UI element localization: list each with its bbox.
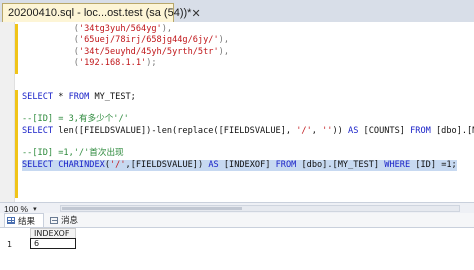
selected-code: SELECT CHARINDEX('/',[FIELDSVALUE]) AS [… <box>22 159 457 171</box>
code-token: MY_TEST; <box>89 91 136 102</box>
horizontal-scrollbar[interactable] <box>60 205 460 212</box>
code-line[interactable]: --[ID] =1,'/'首次出现 <box>22 148 474 159</box>
change-marker <box>15 90 18 198</box>
code-token: len([FIELDSVALUE])-len(replace([FIELDSVA… <box>53 125 297 136</box>
code-line[interactable]: --[ID] = 3,有多少个'/' <box>22 114 474 125</box>
code-text: ('34t/5euyhd/45yh/5yrth/5tr'), <box>22 47 229 57</box>
code-token: '' <box>322 125 333 136</box>
code-token: CHARINDEX <box>58 159 105 170</box>
chevron-down-icon[interactable]: ▾ <box>33 205 37 213</box>
change-marker <box>15 24 18 74</box>
code-token: ), <box>161 24 173 34</box>
code-line[interactable]: SELECT CHARINDEX('/',[FIELDSVALUE]) AS [… <box>22 159 474 171</box>
code-line[interactable]: SELECT len([FIELDSVALUE])-len(replace([F… <box>22 126 474 137</box>
code-line[interactable] <box>22 69 474 80</box>
results-grid: INDEXOF 1 6 <box>0 228 474 270</box>
code-token: FROM <box>275 159 297 170</box>
code-token: --[ID] = 3,有多少个'/' <box>22 114 129 125</box>
results-tab-strip: 结果 消息 <box>0 213 474 228</box>
code-token: ,[FIELDSVALUE]) <box>125 159 209 170</box>
code-token: WHERE <box>384 159 411 170</box>
code-token: )) <box>332 125 349 136</box>
row-number[interactable]: 1 <box>7 240 12 249</box>
result-cell[interactable]: 6 <box>30 238 76 249</box>
code-token: FROM <box>410 125 431 136</box>
code-token: [INDEXOF] <box>218 159 276 170</box>
code-token: ); <box>146 57 157 68</box>
tab-messages-label: 消息 <box>61 216 79 226</box>
code-text: --[ID] =1,'/'首次出现 <box>22 148 124 158</box>
code-token: '/' <box>296 125 312 136</box>
code-token: [dbo].[MY_TEST] <box>436 125 474 136</box>
code-text: SELECT len([FIELDSVALUE])-len(replace([F… <box>22 126 474 136</box>
code-token: '34tg3yuh/564yg' <box>78 24 162 34</box>
tab-results-label: 结果 <box>18 216 36 227</box>
close-icon[interactable]: ✕ <box>191 7 200 20</box>
code-text: ('34tg3yuh/564yg'), <box>22 24 172 34</box>
code-area[interactable]: ('34tg3yuh/564yg'), ('65uej/78irj/658jg4… <box>22 24 474 171</box>
code-token: SELECT <box>22 91 54 102</box>
code-token: SELECT <box>22 159 54 170</box>
code-text: --[ID] = 3,有多少个'/' <box>22 114 129 124</box>
code-line[interactable]: SELECT * FROM MY_TEST; <box>22 92 474 103</box>
code-token: --[ID] =1,'/'首次出现 <box>22 148 124 159</box>
code-token: [ID] =1; <box>410 159 457 170</box>
code-line[interactable] <box>22 137 474 148</box>
code-token: AS <box>208 159 219 170</box>
code-text: SELECT * FROM MY_TEST; <box>22 92 136 102</box>
zoom-level[interactable]: 100 % <box>4 204 28 214</box>
code-token: ), <box>218 46 229 57</box>
code-line[interactable]: ('34t/5euyhd/45yh/5yrth/5tr'), <box>22 47 474 58</box>
scrollbar-thumb[interactable] <box>62 207 242 210</box>
editor-gutter <box>0 22 15 202</box>
query-tab-title: 20200410.sql - loc...ost.test (sa (54))* <box>8 7 192 19</box>
code-token: '65uej/78irj/658jg44g/6jy/' <box>78 35 219 46</box>
code-token: , <box>311 125 323 136</box>
code-token: SELECT <box>22 125 54 136</box>
code-token: '192.168.1.1' <box>78 57 147 68</box>
tab-messages[interactable]: 消息 <box>48 213 90 227</box>
document-tab-strip: 20200410.sql - loc...ost.test (sa (54))*… <box>0 0 474 23</box>
code-line[interactable] <box>22 80 474 91</box>
code-text: ('192.168.1.1'); <box>22 58 157 68</box>
code-token: * <box>53 91 69 102</box>
code-line[interactable]: ('34tg3yuh/564yg'), <box>22 24 474 35</box>
code-text: ('65uej/78irj/658jg44g/6jy/'), <box>22 35 229 45</box>
code-token: AS <box>348 125 359 136</box>
code-token: '/' <box>110 159 126 170</box>
code-line[interactable]: ('192.168.1.1'); <box>22 58 474 69</box>
code-token: ), <box>218 35 229 46</box>
tab-results[interactable]: 结果 <box>4 213 44 227</box>
code-token: '34t/5euyhd/45yh/5yrth/5tr' <box>78 46 219 57</box>
sql-editor[interactable]: ('34tg3yuh/564yg'), ('65uej/78irj/658jg4… <box>0 22 474 202</box>
code-token: FROM <box>68 91 90 102</box>
code-line[interactable]: ('65uej/78irj/658jg44g/6jy/'), <box>22 35 474 46</box>
message-icon <box>50 216 58 224</box>
code-line[interactable] <box>22 103 474 114</box>
code-token: [dbo].[MY_TEST] <box>296 159 385 170</box>
code-token: [COUNTS] <box>358 125 411 136</box>
query-tab[interactable]: 20200410.sql - loc...ost.test (sa (54))*… <box>2 3 201 22</box>
grid-icon <box>7 217 15 224</box>
